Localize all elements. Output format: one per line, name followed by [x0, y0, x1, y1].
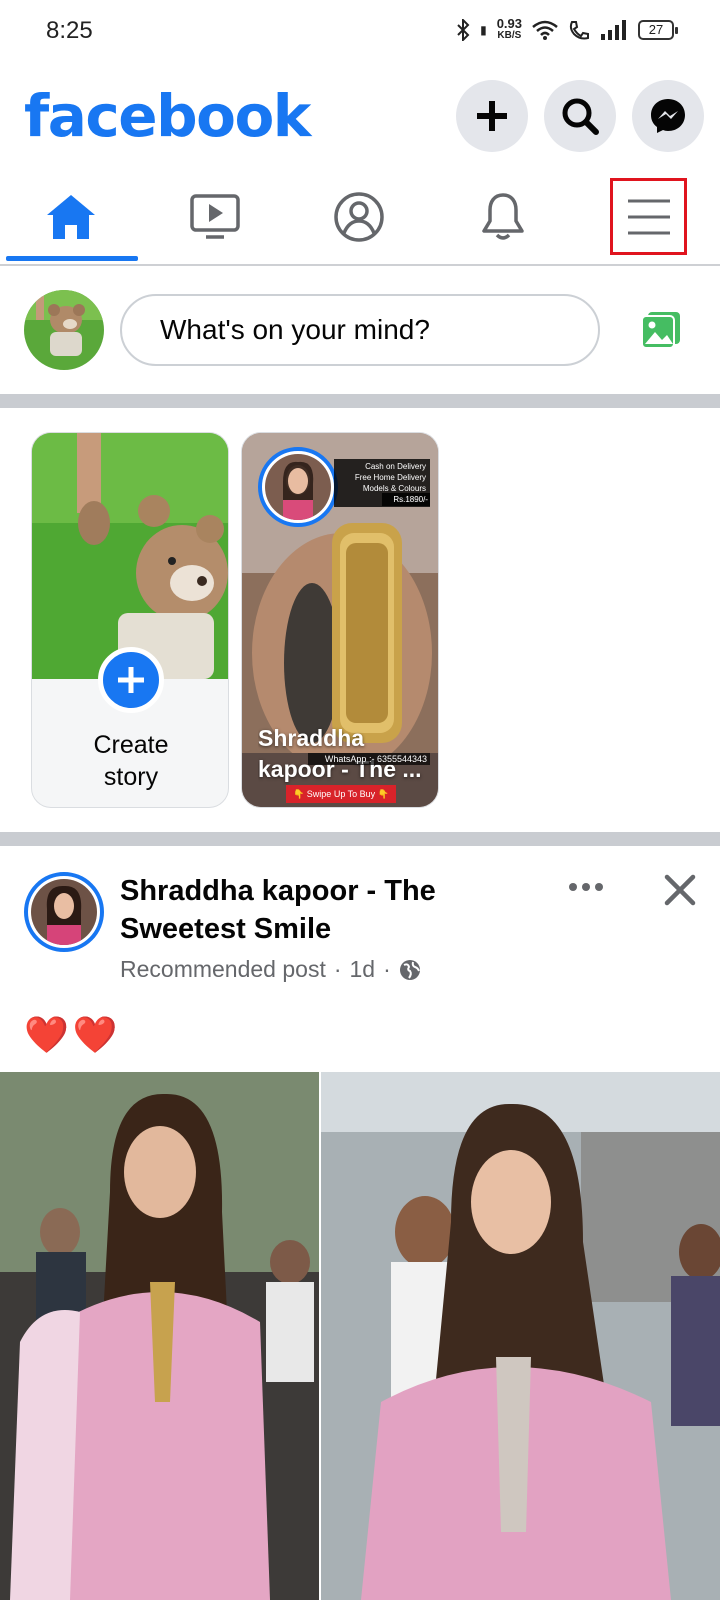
network-speed: 0.93 KB/S [496, 16, 522, 42]
post-meta-separator: · [333, 956, 342, 982]
section-divider [0, 394, 720, 408]
search-icon [562, 98, 599, 135]
create-story-card[interactable]: Create story [31, 432, 229, 808]
net-speed-unit: KB/S [497, 30, 522, 41]
story-whatsapp: WhatsApp :- 6355544343 [308, 753, 430, 765]
create-story-label-line1: Create [93, 731, 169, 759]
post-more-button[interactable] [566, 872, 606, 902]
story-card-shraddha[interactable]: Cash on Delivery Free Home Delivery Mode… [241, 432, 439, 808]
story-author-avatar [258, 447, 338, 527]
post-photo-grid[interactable] [0, 1072, 720, 1600]
tab-profile[interactable] [294, 170, 424, 264]
woman-avatar-image [31, 879, 97, 945]
story-ad-line2: Free Home Delivery [354, 473, 426, 482]
search-button[interactable] [544, 80, 616, 152]
wifi-icon [532, 20, 558, 40]
status-bar: 8:25 ▮ 0.93 KB/S 27 [0, 0, 720, 64]
bell-icon [482, 193, 524, 240]
woman-photo-image [321, 1072, 720, 1600]
post-composer: What's on your mind? [0, 268, 720, 394]
home-icon [47, 195, 95, 239]
active-tab-indicator [6, 256, 138, 261]
photo-icon [641, 312, 680, 349]
plus-icon [477, 101, 507, 131]
globe-icon [399, 959, 420, 980]
battery-icon: 27 [638, 20, 678, 40]
close-icon [664, 874, 696, 906]
net-speed-value: 0.93 [496, 16, 522, 31]
add-story-button[interactable] [98, 647, 164, 713]
tab-notifications[interactable] [438, 170, 568, 264]
tab-watch[interactable] [150, 170, 280, 264]
story-author-name-line1: Shraddha [258, 725, 365, 751]
create-button[interactable] [456, 80, 528, 152]
post-photo-left[interactable] [0, 1072, 319, 1600]
stories-tray: Create story Cash on Delivery Free Home … [0, 408, 720, 832]
tab-bar [0, 170, 720, 266]
profile-icon [334, 192, 384, 242]
post-text: ❤️❤️ [24, 1014, 122, 1055]
signal-bars-small-icon: ▮ [480, 23, 487, 37]
tab-home[interactable] [6, 170, 136, 264]
post-header: Shraddha kapoor - The Sweetest Smile Rec… [0, 846, 720, 996]
post-photo-right[interactable] [321, 1072, 720, 1600]
hide-post-button[interactable] [660, 870, 700, 910]
plus-icon [118, 667, 144, 693]
story-ad-line1: Cash on Delivery [365, 462, 426, 471]
more-horizontal-icon [569, 883, 603, 891]
wifi-calling-icon [569, 21, 589, 40]
create-story-label: Create story [32, 729, 228, 793]
woman-avatar-image [265, 454, 331, 520]
post-meta: Recommended post · 1d · [120, 956, 421, 983]
status-time: 8:25 [46, 17, 93, 44]
messenger-icon [651, 99, 685, 133]
story-swipe-banner: 👇 Swipe Up To Buy 👇 [286, 785, 396, 803]
post-author-name[interactable]: Shraddha kapoor - The Sweetest Smile [120, 872, 520, 948]
messenger-button[interactable] [632, 80, 704, 152]
top-header: facebook [0, 72, 720, 160]
teddy-bear-story-image [32, 433, 228, 679]
post-meta-label: Recommended post [120, 956, 326, 982]
photo-button[interactable] [640, 310, 682, 355]
video-icon [190, 194, 240, 239]
whats-on-your-mind-input[interactable]: What's on your mind? [120, 294, 600, 366]
post-meta-time[interactable]: 1d [350, 956, 376, 983]
status-icons: ▮ 0.93 KB/S 27 [456, 16, 678, 42]
facebook-logo[interactable]: facebook [24, 82, 311, 150]
woman-photo-image [0, 1072, 319, 1600]
section-divider [0, 832, 720, 846]
teddy-bear-avatar-image [24, 290, 104, 370]
story-price: Rs.1890/- [382, 493, 430, 506]
post-meta-separator: · [383, 956, 391, 982]
post-author-avatar[interactable] [24, 872, 104, 952]
post-author-avatar-image [31, 879, 97, 945]
my-avatar[interactable] [24, 290, 104, 370]
create-story-label-line2: story [103, 763, 159, 791]
cellular-signal-icon [601, 20, 626, 40]
bluetooth-icon [457, 19, 470, 41]
menu-highlight-box [610, 178, 687, 255]
